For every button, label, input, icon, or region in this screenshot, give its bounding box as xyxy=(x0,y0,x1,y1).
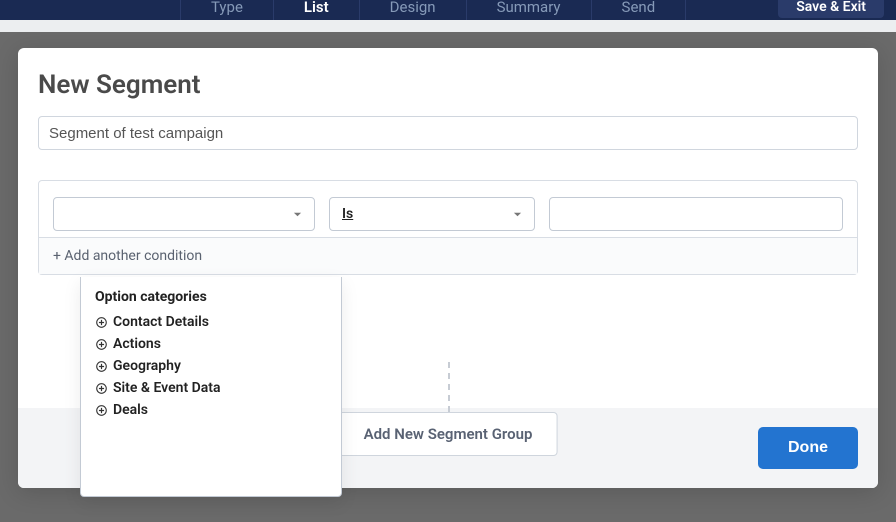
value-input[interactable] xyxy=(549,197,843,231)
expand-icon xyxy=(95,360,107,372)
done-button[interactable]: Done xyxy=(758,427,858,469)
dropdown-header: Option categories xyxy=(95,289,327,305)
dropdown-option-geography[interactable]: Geography xyxy=(95,355,327,377)
field-dropdown-panel: Option categories Contact Details Action… xyxy=(80,277,342,497)
chevron-down-icon xyxy=(292,209,302,219)
new-segment-modal: New Segment Is xyxy=(18,48,878,488)
nav-tab-design[interactable]: Design xyxy=(360,0,467,20)
group-connector-line xyxy=(448,362,450,412)
page-subheader-strip xyxy=(0,20,896,32)
save-exit-button[interactable]: Save & Exit xyxy=(778,0,884,18)
dropdown-option-site-event-data[interactable]: Site & Event Data xyxy=(95,377,327,399)
dropdown-option-label: Actions xyxy=(113,336,161,352)
segment-name-input[interactable] xyxy=(38,116,858,150)
expand-icon xyxy=(95,404,107,416)
dropdown-option-label: Contact Details xyxy=(113,314,209,330)
nav-tab-type[interactable]: Type xyxy=(180,0,274,20)
dropdown-option-contact-details[interactable]: Contact Details xyxy=(95,311,327,333)
operator-dropdown[interactable]: Is xyxy=(329,197,535,231)
expand-icon xyxy=(95,382,107,394)
add-segment-group-button[interactable]: Add New Segment Group xyxy=(339,412,558,456)
nav-tab-list[interactable]: List xyxy=(274,0,360,20)
expand-icon xyxy=(95,338,107,350)
nav-tab-send[interactable]: Send xyxy=(592,0,687,20)
nav-tab-summary[interactable]: Summary xyxy=(467,0,592,20)
segment-group: Is + Add another condition xyxy=(38,180,858,275)
dropdown-option-label: Site & Event Data xyxy=(113,380,221,396)
add-condition-button[interactable]: + Add another condition xyxy=(39,237,857,274)
dropdown-option-label: Deals xyxy=(113,402,148,418)
operator-dropdown-value: Is xyxy=(342,206,353,222)
expand-icon xyxy=(95,316,107,328)
modal-title: New Segment xyxy=(18,48,878,116)
dropdown-option-actions[interactable]: Actions xyxy=(95,333,327,355)
dropdown-option-label: Geography xyxy=(113,358,181,374)
dropdown-option-deals[interactable]: Deals xyxy=(95,399,327,421)
field-dropdown[interactable] xyxy=(53,197,315,231)
condition-row: Is xyxy=(39,181,857,237)
chevron-down-icon xyxy=(512,209,522,219)
page-backdrop: Type List Design Summary Send Save & Exi… xyxy=(0,0,896,522)
